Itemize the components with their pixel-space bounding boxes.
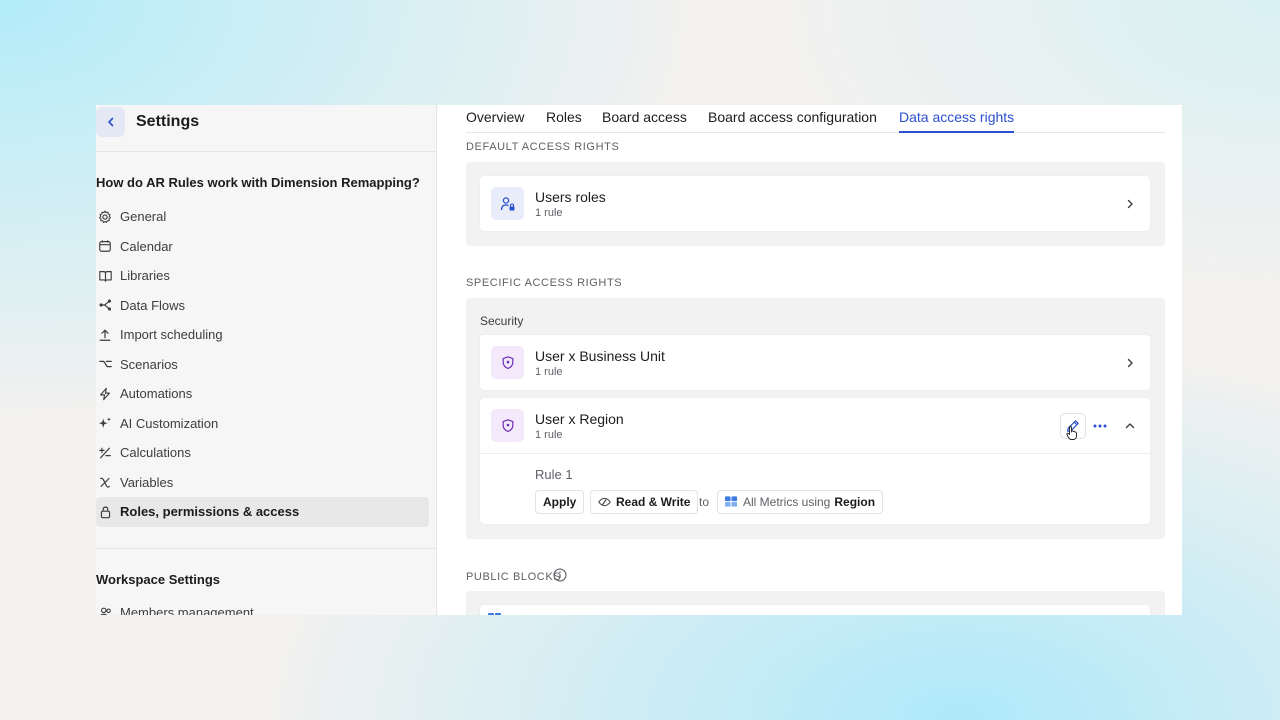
- user-business-unit-card[interactable]: User x Business Unit 1 rule: [480, 335, 1150, 390]
- users-icon: [97, 605, 113, 615]
- settings-sidebar: Settings How do AR Rules work with Dimen…: [96, 105, 437, 615]
- card-title: User x Region: [535, 411, 624, 427]
- security-group-label: Security: [480, 314, 524, 328]
- more-horizontal-icon: [1093, 424, 1107, 428]
- more-options-button[interactable]: [1088, 414, 1112, 438]
- sidebar-item-label: Data Flows: [120, 297, 186, 313]
- sidebar-item-scenarios[interactable]: Scenarios: [96, 350, 429, 380]
- tab-bar: Overview Roles Board access Board access…: [466, 105, 1165, 133]
- sidebar-section-title: How do AR Rules work with Dimension Rema…: [96, 175, 420, 190]
- chevron-left-icon: [107, 117, 113, 127]
- sidebar-item-data-flows[interactable]: Data Flows: [96, 291, 429, 321]
- sidebar-item-automations[interactable]: Automations: [96, 379, 429, 409]
- shield-icon: [491, 346, 524, 379]
- settings-window: Settings How do AR Rules work with Dimen…: [96, 105, 1182, 615]
- card-subtitle: 1 rule: [535, 207, 563, 219]
- target-prefix: All Metrics using: [743, 495, 831, 509]
- sidebar-item-libraries[interactable]: Libraries: [96, 261, 429, 291]
- to-label: to: [699, 495, 710, 509]
- tab-roles[interactable]: Roles: [546, 109, 582, 125]
- sidebar-item-calendar[interactable]: Calendar: [96, 232, 429, 262]
- sidebar-title: Settings: [136, 113, 200, 130]
- info-icon[interactable]: [553, 568, 567, 582]
- sidebar-item-members-management[interactable]: Members management: [96, 598, 429, 615]
- metrics-grid-icon: [725, 496, 738, 507]
- apply-button[interactable]: Apply: [535, 490, 585, 514]
- user-lock-icon: [491, 187, 524, 220]
- workspace-settings-title: Workspace Settings: [96, 572, 221, 587]
- rule-title: Rule 1: [535, 467, 573, 482]
- users-roles-card[interactable]: Users roles 1 rule: [480, 176, 1150, 231]
- public-blocks-label: PUBLIC BLOCKS: [466, 571, 562, 583]
- sparkle-icon: [97, 415, 113, 431]
- sidebar-divider: [96, 548, 436, 549]
- hand-cursor-icon: [1066, 426, 1077, 440]
- card-divider: [480, 453, 1150, 454]
- specific-access-rights-label: SPECIFIC ACCESS RIGHTS: [466, 277, 623, 289]
- sidebar-header: Settings: [96, 105, 436, 151]
- sidebar-item-label: AI Customization: [120, 415, 219, 431]
- tab-data-access-rights[interactable]: Data access rights: [899, 109, 1014, 125]
- calendar-icon: [97, 238, 113, 254]
- shield-icon: [491, 409, 524, 442]
- data-flow-icon: [97, 297, 113, 313]
- sidebar-item-label: Import scheduling: [120, 327, 223, 343]
- sidebar-item-label: Automations: [120, 386, 193, 402]
- tab-board-access[interactable]: Board access: [602, 109, 687, 125]
- sidebar-item-label: Calendar: [120, 238, 173, 254]
- active-tab-indicator: [899, 131, 1014, 133]
- card-title: User x Business Unit: [535, 348, 665, 364]
- sidebar-nav: General Calendar Libraries Data Flows Im…: [96, 202, 429, 527]
- target-dimension: Region: [834, 495, 876, 509]
- read-write-icon: [598, 497, 611, 507]
- user-region-card: User x Region 1 rule Rule 1 Apply Read &…: [480, 398, 1150, 524]
- card-subtitle: 1 rule: [535, 366, 563, 378]
- sidebar-item-label: Scenarios: [120, 356, 178, 372]
- lightning-icon: [97, 386, 113, 402]
- chevron-up-icon[interactable]: [1124, 420, 1136, 432]
- tab-overview[interactable]: Overview: [466, 109, 524, 125]
- main-content: Overview Roles Board access Board access…: [437, 105, 1182, 615]
- sidebar-item-label: Roles, permissions & access: [120, 504, 300, 520]
- block-icon: [488, 613, 501, 615]
- card-title: Users roles: [535, 189, 606, 205]
- permission-label: Read & Write: [616, 495, 691, 509]
- sidebar-item-label: Libraries: [120, 268, 170, 284]
- sidebar-item-roles-permissions-access[interactable]: Roles, permissions & access: [96, 497, 429, 527]
- card-subtitle: 1 rule: [535, 429, 563, 441]
- plus-minus-icon: [97, 445, 113, 461]
- public-block-card[interactable]: [480, 605, 1150, 615]
- public-blocks-panel: [466, 591, 1165, 615]
- sidebar-item-variables[interactable]: Variables: [96, 468, 429, 498]
- branch-icon: [97, 356, 113, 372]
- target-pill[interactable]: All Metrics using Region: [717, 490, 884, 514]
- variable-x-icon: [97, 474, 113, 490]
- lock-icon: [97, 504, 113, 520]
- book-icon: [97, 268, 113, 284]
- sidebar-item-general[interactable]: General: [96, 202, 429, 232]
- sidebar-item-label: Members management: [120, 605, 254, 615]
- sidebar-item-label: General: [120, 209, 167, 225]
- default-access-rights-label: DEFAULT ACCESS RIGHTS: [466, 141, 620, 153]
- default-access-panel: Users roles 1 rule: [466, 162, 1165, 246]
- specific-access-panel: Security User x Business Unit 1 rule Use…: [466, 298, 1165, 539]
- tab-board-access-configuration[interactable]: Board access configuration: [708, 109, 877, 125]
- permission-pill[interactable]: Read & Write: [590, 490, 699, 514]
- sidebar-item-ai-customization[interactable]: AI Customization: [96, 409, 429, 439]
- gear-icon: [97, 209, 113, 225]
- chevron-right-icon: [1127, 199, 1133, 209]
- sidebar-item-calculations[interactable]: Calculations: [96, 438, 429, 468]
- sidebar-item-import-scheduling[interactable]: Import scheduling: [96, 320, 429, 350]
- sidebar-divider: [96, 151, 436, 152]
- apply-label: Apply: [543, 495, 577, 509]
- back-button[interactable]: [96, 107, 125, 137]
- chevron-right-icon: [1127, 358, 1133, 368]
- sidebar-item-label: Variables: [120, 474, 174, 490]
- upload-icon: [97, 327, 113, 343]
- sidebar-item-label: Calculations: [120, 445, 191, 461]
